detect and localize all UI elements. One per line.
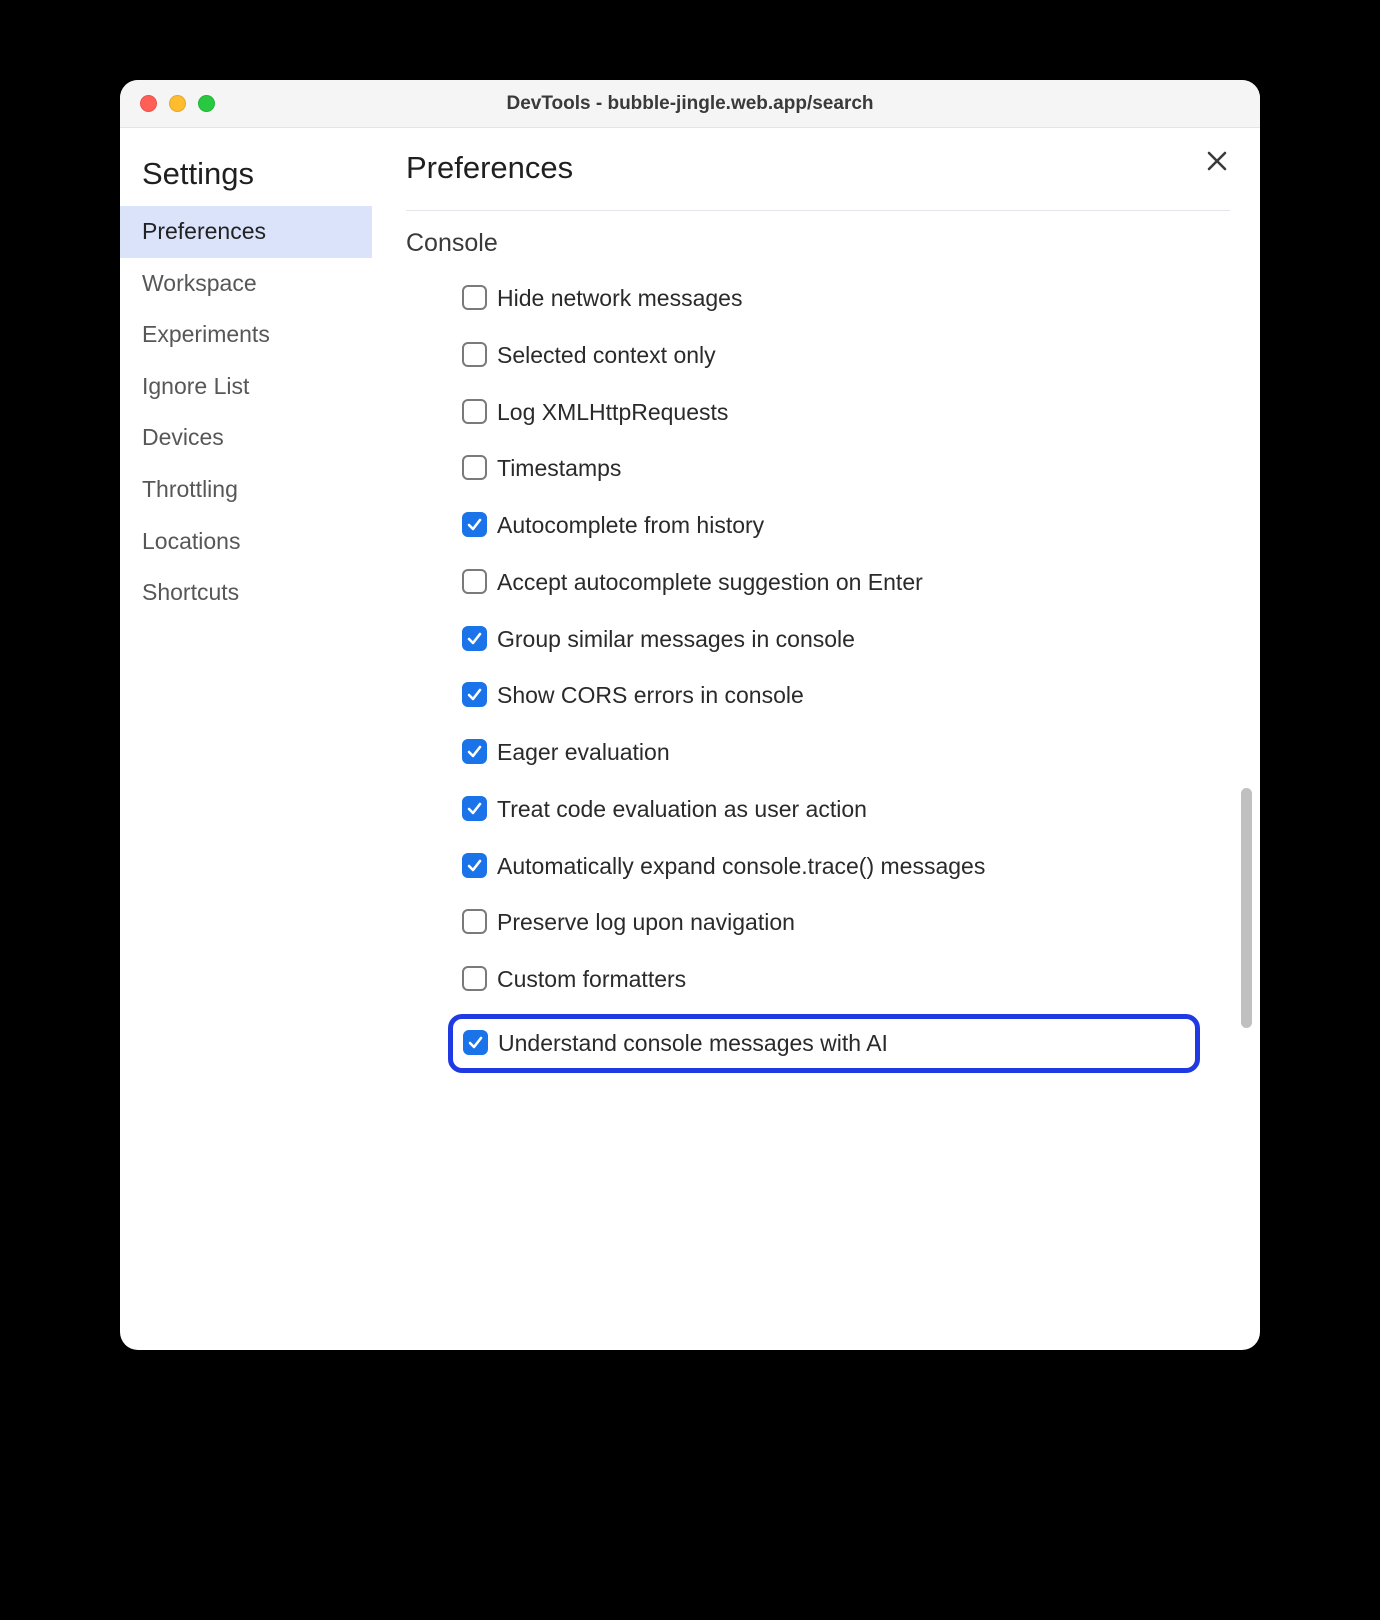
content: Settings PreferencesWorkspaceExperiments… xyxy=(120,128,1260,1350)
checkbox[interactable] xyxy=(462,342,487,367)
scrollbar-track[interactable] xyxy=(1241,198,1252,1322)
option-label: Preserve log upon navigation xyxy=(497,908,795,937)
sidebar-item-throttling[interactable]: Throttling xyxy=(120,464,372,516)
option-row: Eager evaluation xyxy=(462,724,1200,781)
page-title: Preferences xyxy=(406,150,1260,210)
main-panel: Preferences Console Hide network message… xyxy=(372,128,1260,1350)
sidebar-item-experiments[interactable]: Experiments xyxy=(120,309,372,361)
checkbox[interactable] xyxy=(462,853,487,878)
sidebar-item-devices[interactable]: Devices xyxy=(120,412,372,464)
option-row: Log XMLHttpRequests xyxy=(462,384,1200,441)
option-row: Selected context only xyxy=(462,327,1200,384)
option-row: Preserve log upon navigation xyxy=(462,894,1200,951)
traffic-lights xyxy=(120,95,215,112)
sidebar-item-preferences[interactable]: Preferences xyxy=(120,206,372,258)
sidebar-item-workspace[interactable]: Workspace xyxy=(120,258,372,310)
option-row: Automatically expand console.trace() mes… xyxy=(462,838,1200,895)
window-title: DevTools - bubble-jingle.web.app/search xyxy=(120,93,1260,115)
checkbox[interactable] xyxy=(462,739,487,764)
close-window-button[interactable] xyxy=(140,95,157,112)
option-row: Timestamps xyxy=(462,440,1200,497)
option-row: Group similar messages in console xyxy=(462,611,1200,668)
option-label: Understand console messages with AI xyxy=(498,1029,888,1058)
option-label: Selected context only xyxy=(497,341,716,370)
devtools-window: DevTools - bubble-jingle.web.app/search … xyxy=(120,80,1260,1350)
checkbox[interactable] xyxy=(462,455,487,480)
option-row: Custom formatters xyxy=(462,951,1200,1008)
section-title: Console xyxy=(406,211,1260,270)
checkbox[interactable] xyxy=(462,569,487,594)
option-label: Treat code evaluation as user action xyxy=(497,795,867,824)
checkbox[interactable] xyxy=(462,399,487,424)
option-label: Timestamps xyxy=(497,454,621,483)
checkbox[interactable] xyxy=(462,512,487,537)
checkbox[interactable] xyxy=(462,796,487,821)
option-label: Show CORS errors in console xyxy=(497,681,804,710)
option-label: Hide network messages xyxy=(497,284,742,313)
option-row: Autocomplete from history xyxy=(462,497,1200,554)
option-row: Show CORS errors in console xyxy=(462,667,1200,724)
option-row: Accept autocomplete suggestion on Enter xyxy=(462,554,1200,611)
sidebar-item-locations[interactable]: Locations xyxy=(120,516,372,568)
fullscreen-window-button[interactable] xyxy=(198,95,215,112)
checkbox[interactable] xyxy=(462,966,487,991)
checkbox[interactable] xyxy=(463,1030,488,1055)
option-label: Eager evaluation xyxy=(497,738,670,767)
sidebar-title: Settings xyxy=(120,150,372,206)
minimize-window-button[interactable] xyxy=(169,95,186,112)
checkbox[interactable] xyxy=(462,626,487,651)
option-label: Log XMLHttpRequests xyxy=(497,398,728,427)
option-row: Treat code evaluation as user action xyxy=(462,781,1200,838)
option-row: Understand console messages with AI xyxy=(448,1014,1200,1073)
sidebar-item-ignore-list[interactable]: Ignore List xyxy=(120,361,372,413)
option-label: Autocomplete from history xyxy=(497,511,764,540)
checkbox[interactable] xyxy=(462,285,487,310)
option-label: Group similar messages in console xyxy=(497,625,855,654)
option-label: Custom formatters xyxy=(497,965,686,994)
checkbox[interactable] xyxy=(462,909,487,934)
scrollbar-thumb[interactable] xyxy=(1241,788,1252,1028)
titlebar: DevTools - bubble-jingle.web.app/search xyxy=(120,80,1260,128)
checkbox[interactable] xyxy=(462,682,487,707)
sidebar: Settings PreferencesWorkspaceExperiments… xyxy=(120,128,372,1350)
sidebar-item-shortcuts[interactable]: Shortcuts xyxy=(120,567,372,619)
option-label: Accept autocomplete suggestion on Enter xyxy=(497,568,923,597)
option-row: Hide network messages xyxy=(462,270,1200,327)
option-label: Automatically expand console.trace() mes… xyxy=(497,852,985,881)
